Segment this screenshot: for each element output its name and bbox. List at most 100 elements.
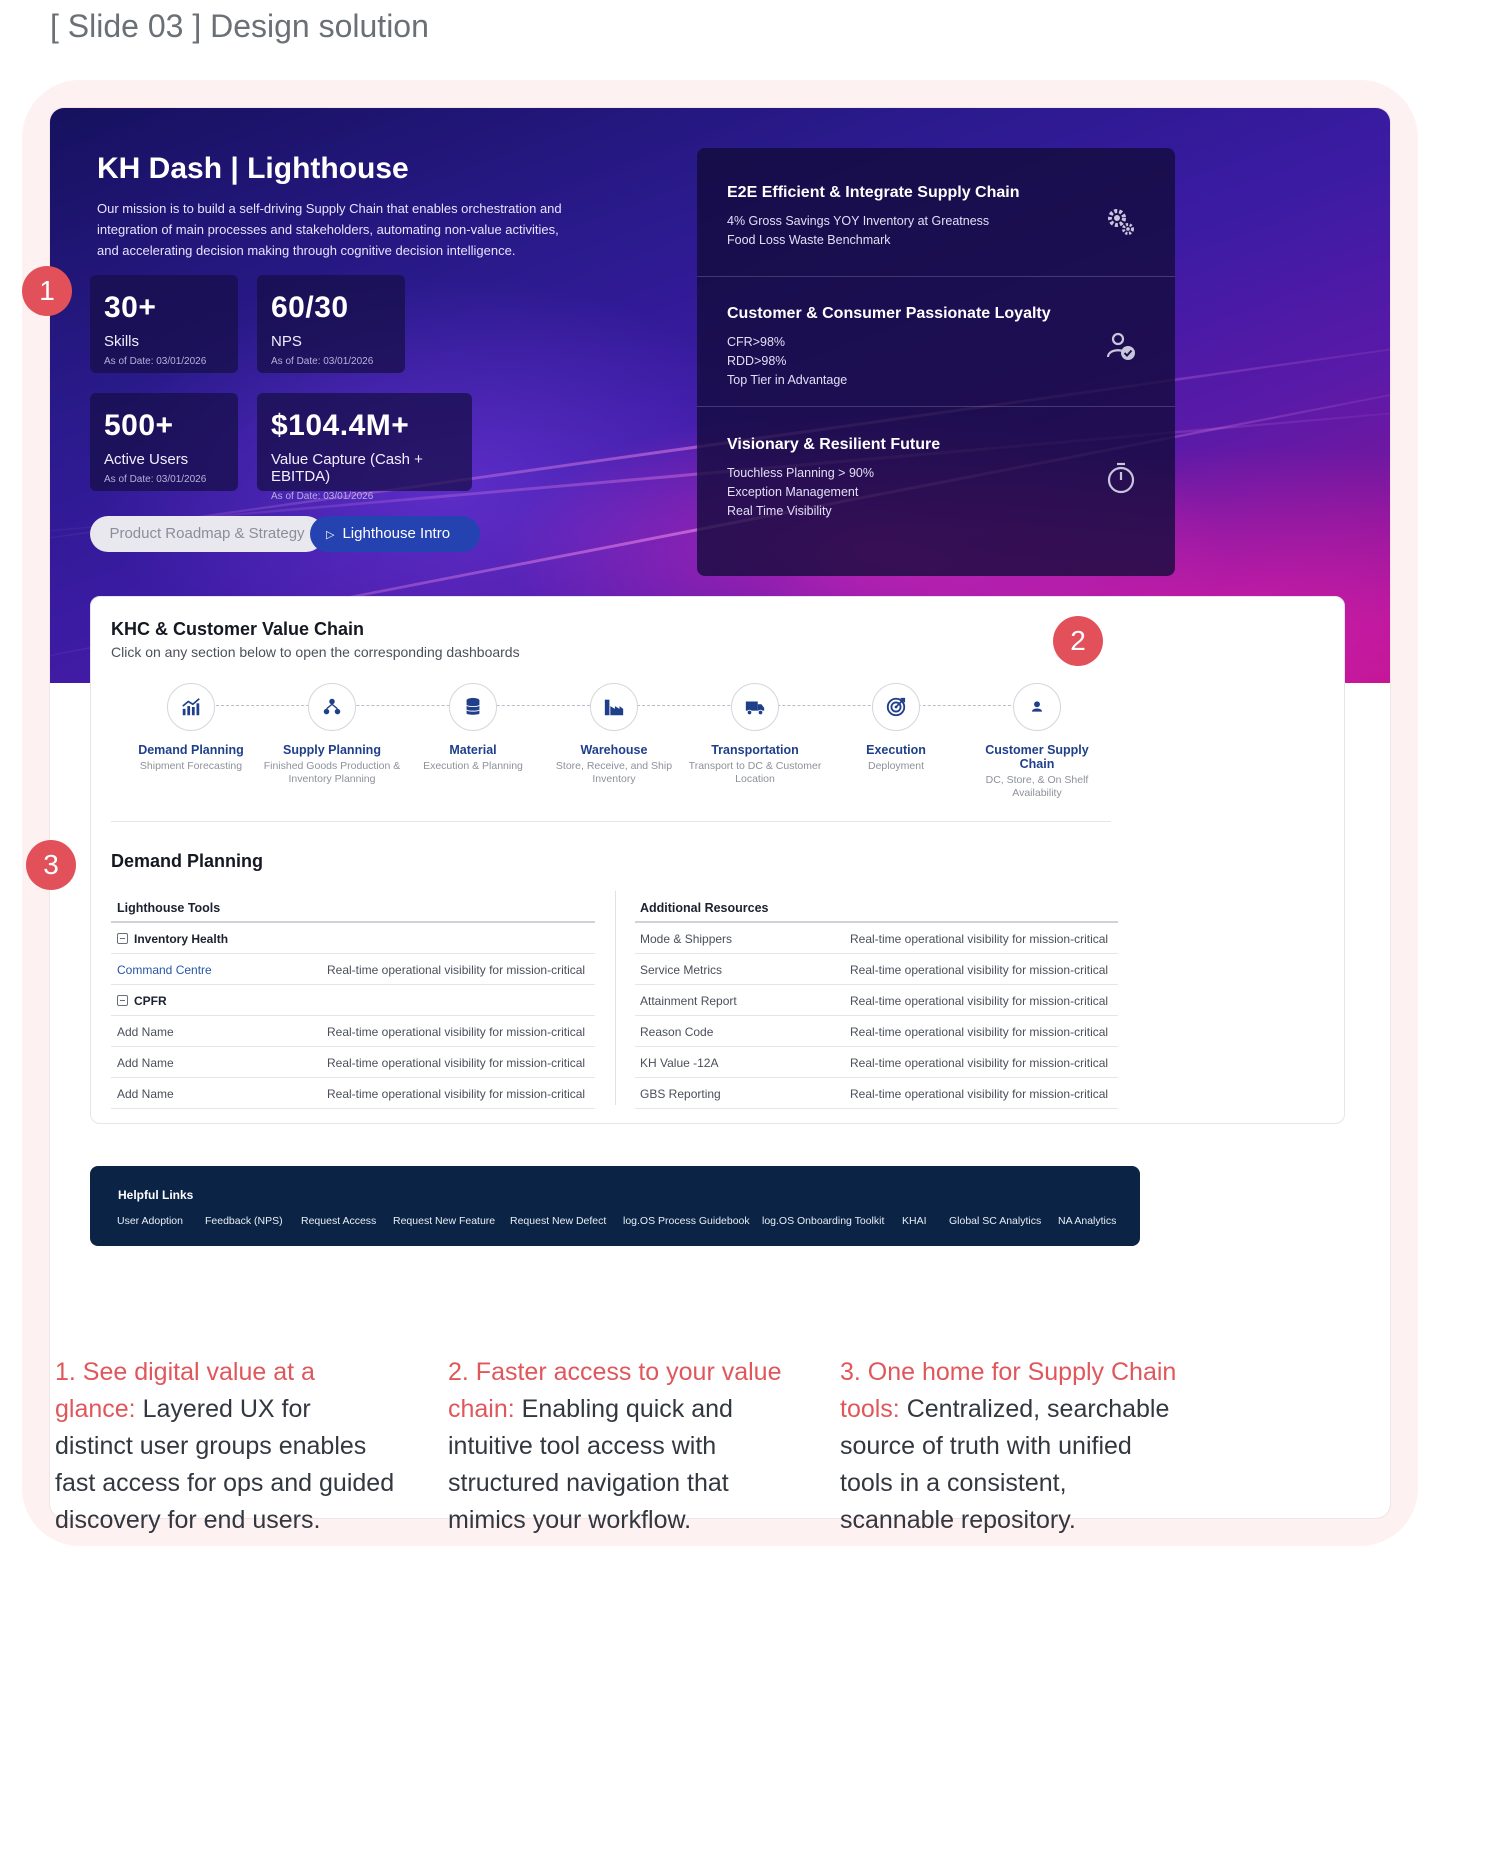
pillar-title: Customer & Consumer Passionate Loyalty — [727, 305, 1051, 322]
chain-step-icon-circle — [308, 683, 356, 731]
stat-date: As of Date: 03/01/2026 — [104, 356, 207, 367]
table-row[interactable]: GBS Reporting Real-time operational visi… — [635, 1078, 1118, 1109]
resource-desc: Real-time operational visibility for mis… — [850, 994, 1109, 1008]
table-row[interactable]: Attainment Report Real-time operational … — [635, 985, 1118, 1016]
page-title: KH Dash | Lighthouse — [97, 152, 409, 185]
chain-step-warehouse[interactable]: Warehouse Store, Receive, and Ship Inven… — [544, 683, 684, 786]
table-row[interactable]: KH Value -12A Real-time operational visi… — [635, 1047, 1118, 1078]
stat-card-value-capture[interactable]: $104.4M+ Value Capture (Cash + EBITDA) A… — [257, 393, 472, 502]
pillar-line: Touchless Planning > 90% — [727, 466, 874, 480]
chain-step-name: Demand Planning — [138, 743, 244, 757]
chain-step-customer-supply-chain[interactable]: Customer Supply Chain DC, Store, & On Sh… — [967, 683, 1107, 800]
pillar-line: Exception Management — [727, 485, 859, 499]
helpful-link[interactable]: Feedback (NPS) — [205, 1215, 283, 1227]
tool-name[interactable]: Add Name — [117, 1087, 174, 1101]
pillar-line: Real Time Visibility — [727, 504, 832, 518]
column-separator — [615, 891, 616, 1105]
pillar-e2e[interactable]: E2E Efficient & Integrate Supply Chain 4… — [697, 184, 1175, 250]
tool-name[interactable]: Add Name — [117, 1025, 174, 1039]
helpful-link[interactable]: Request New Defect — [510, 1215, 606, 1227]
helpful-link[interactable]: log.OS Process Guidebook — [623, 1215, 750, 1227]
chain-step-demand-planning[interactable]: Demand Planning Shipment Forecasting — [121, 683, 261, 773]
stat-card-active-users[interactable]: 500+ Active Users As of Date: 03/01/2026 — [90, 393, 238, 491]
chain-step-transportation[interactable]: Transportation Transport to DC & Custome… — [685, 683, 825, 786]
stat-card-skills[interactable]: 30+ Skills As of Date: 03/01/2026 — [90, 275, 238, 373]
table-row[interactable]: Command Centre Real-time operational vis… — [111, 954, 595, 985]
resource-name[interactable]: KH Value -12A — [640, 1056, 719, 1070]
lighthouse-intro-button[interactable]: ▷ Lighthouse Intro — [310, 516, 480, 552]
resource-name[interactable]: Attainment Report — [640, 994, 737, 1008]
helpful-link[interactable]: KHAI — [902, 1215, 927, 1227]
chain-step-icon-circle — [1013, 683, 1061, 731]
collapse-icon[interactable] — [117, 995, 128, 1006]
resource-name[interactable]: Service Metrics — [640, 963, 722, 977]
callout-badge-3: 3 — [26, 840, 76, 890]
chain-step-icon-circle — [590, 683, 638, 731]
target-icon — [886, 697, 906, 717]
stat-date: As of Date: 03/01/2026 — [104, 474, 207, 485]
chain-step-desc: Execution & Planning — [423, 760, 523, 772]
stat-date: As of Date: 03/01/2026 — [271, 356, 374, 367]
callout-badge-1: 1 — [22, 266, 72, 316]
chain-step-execution[interactable]: Execution Deployment — [826, 683, 966, 773]
pillar-customer[interactable]: Customer & Consumer Passionate Loyalty C… — [697, 305, 1175, 390]
stat-value: 60/30 — [271, 291, 349, 324]
pillars-panel: E2E Efficient & Integrate Supply Chain 4… — [697, 148, 1175, 576]
resource-desc: Real-time operational visibility for mis… — [850, 1056, 1109, 1070]
pillar-divider — [697, 276, 1175, 277]
warehouse-icon — [604, 699, 624, 716]
mission-statement: Our mission is to build a self-driving S… — [97, 201, 562, 258]
resource-name[interactable]: Reason Code — [640, 1025, 713, 1039]
helpful-link[interactable]: Global SC Analytics — [949, 1215, 1041, 1227]
table-row[interactable]: Add Name Real-time operational visibilit… — [111, 1016, 595, 1047]
network-icon — [323, 698, 341, 715]
chain-step-icon-circle — [449, 683, 497, 731]
helpful-link[interactable]: NA Analytics — [1058, 1215, 1116, 1227]
pillar-line: Food Loss Waste Benchmark — [727, 233, 891, 247]
pillar-divider — [697, 406, 1175, 407]
chain-step-supply-planning[interactable]: Supply Planning Finished Goods Productio… — [262, 683, 402, 786]
helpful-link[interactable]: Request New Feature — [393, 1215, 495, 1227]
helpful-link[interactable]: log.OS Onboarding Toolkit — [762, 1215, 884, 1227]
pillar-line: 4% Gross Savings YOY Inventory at Greatn… — [727, 214, 990, 228]
chain-step-name: Material — [449, 743, 497, 757]
helpful-link[interactable]: User Adoption — [117, 1215, 183, 1227]
chain-step-material[interactable]: Material Execution & Planning — [403, 683, 543, 773]
table-row[interactable]: Service Metrics Real-time operational vi… — [635, 954, 1118, 985]
helpful-link[interactable]: Request Access — [301, 1215, 376, 1227]
resource-desc: Real-time operational visibility for mis… — [850, 963, 1109, 977]
gears-icon — [1108, 209, 1134, 235]
chain-step-icon-circle — [731, 683, 779, 731]
tool-link[interactable]: Command Centre — [117, 963, 212, 977]
demand-planning-title: Demand Planning — [111, 851, 264, 871]
pillar-visionary[interactable]: Visionary & Resilient Future Touchless P… — [697, 436, 1175, 521]
tool-desc: Real-time operational visibility for mis… — [327, 1025, 586, 1039]
section-divider — [111, 821, 1111, 822]
chain-step-name: Customer Supply Chain — [985, 743, 1089, 771]
group-label: CPFR — [117, 994, 167, 1008]
caption-2: 2. Faster access to your value chain: En… — [448, 1354, 788, 1539]
pillar-line: Top Tier in Advantage — [727, 373, 848, 387]
table-row[interactable]: Mode & Shippers Real-time operational vi… — [635, 923, 1118, 954]
table-row[interactable]: Reason Code Real-time operational visibi… — [635, 1016, 1118, 1047]
table-row[interactable]: Add Name Real-time operational visibilit… — [111, 1047, 595, 1078]
stat-card-nps[interactable]: 60/30 NPS As of Date: 03/01/2026 — [257, 275, 405, 373]
product-roadmap-button[interactable]: Product Roadmap & Strategy — [90, 516, 324, 552]
play-icon: ▷ — [326, 529, 335, 541]
resource-name[interactable]: Mode & Shippers — [640, 932, 732, 946]
table-group-row[interactable]: CPFR — [111, 985, 595, 1016]
table-row[interactable]: Add Name Real-time operational visibilit… — [111, 1078, 595, 1109]
chain-step-name: Supply Planning — [283, 743, 381, 757]
caption-3: 3. One home for Supply Chain tools: Cent… — [840, 1354, 1180, 1539]
collapse-icon[interactable] — [117, 933, 128, 944]
database-icon — [466, 697, 480, 715]
resource-name[interactable]: GBS Reporting — [640, 1087, 721, 1101]
stat-value: 30+ — [104, 291, 157, 324]
stopwatch-icon — [1107, 462, 1135, 494]
stat-label: Active Users — [104, 451, 189, 468]
tool-desc: Real-time operational visibility for mis… — [327, 1056, 586, 1070]
resource-desc: Real-time operational visibility for mis… — [850, 1087, 1109, 1101]
helpful-links-title: Helpful Links — [118, 1188, 194, 1202]
table-group-row[interactable]: Inventory Health — [111, 923, 595, 954]
tool-name[interactable]: Add Name — [117, 1056, 174, 1070]
